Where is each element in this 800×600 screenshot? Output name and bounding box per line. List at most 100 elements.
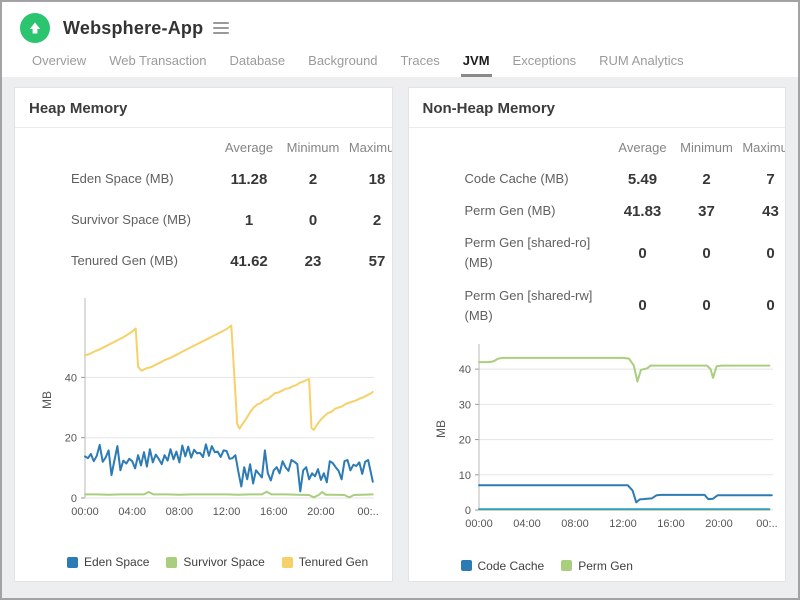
svg-text:00:00: 00:00 — [465, 518, 493, 530]
table-row: Tenured Gen (MB) 41.62 23 57 — [71, 251, 392, 271]
svg-text:20: 20 — [458, 434, 470, 446]
metric-label: Eden Space (MB) — [71, 171, 174, 186]
legend-item[interactable]: Code Cache — [460, 559, 544, 573]
legend-item[interactable]: Eden Space — [67, 555, 149, 569]
content-area: Heap Memory Average Minimum Maximum Eden… — [2, 77, 798, 598]
svg-text:10: 10 — [458, 470, 470, 482]
average-value: 1 — [244, 211, 254, 229]
table-header-row: Average Minimum Maximum — [71, 140, 392, 155]
column-average: Average — [618, 140, 667, 155]
tab-traces[interactable]: Traces — [399, 53, 442, 77]
non-heap-memory-panel: Non-Heap Memory Average Minimum Maximum … — [407, 87, 786, 582]
legend-label: Tenured Gen — [298, 555, 369, 570]
metric-label: Perm Gen [shared-rw] (MB) — [464, 287, 593, 323]
svg-text:16:00: 16:00 — [657, 518, 685, 530]
legend-label: Perm Gen — [578, 558, 633, 573]
non-heap-memory-chart-area: 0 10 20 30 40 00:00 04:00 08:00 12:00 16:00 20:00 0… — [433, 338, 786, 541]
tab-bar: Overview Web Transaction Database Backgr… — [20, 53, 798, 77]
average-value: 11.28 — [230, 170, 268, 188]
minimum-value: 2 — [702, 170, 711, 188]
table-row: Perm Gen [shared-rw] (MB) 0 0 0 — [465, 286, 786, 326]
minimum-value: 37 — [698, 202, 715, 220]
column-minimum: Minimum — [680, 140, 733, 155]
app-status-up-icon — [20, 13, 50, 43]
column-average: Average — [224, 140, 274, 155]
heap-memory-panel: Heap Memory Average Minimum Maximum Eden… — [14, 87, 393, 582]
legend-item[interactable]: Perm Gen — [561, 559, 633, 573]
table-row: Perm Gen [shared-ro] (MB) 0 0 0 — [465, 233, 786, 273]
average-value: 41.83 — [623, 202, 662, 220]
table-header-row: Average Minimum Maximum — [465, 140, 785, 155]
metric-label: Perm Gen [shared-ro] (MB) — [464, 235, 591, 271]
panel-title: Non-Heap Memory — [422, 100, 556, 117]
minimum-value: 2 — [308, 170, 318, 188]
svg-text:00:00: 00:00 — [71, 506, 99, 518]
svg-text:04:00: 04:00 — [118, 506, 146, 518]
svg-text:20:00: 20:00 — [307, 506, 335, 518]
svg-text:40: 40 — [458, 364, 470, 376]
svg-text:MB: MB — [40, 391, 54, 409]
up-arrow-icon — [29, 22, 41, 34]
legend-swatch — [281, 556, 293, 568]
tab-web-transaction[interactable]: Web Transaction — [107, 53, 208, 77]
minimum-value: 23 — [304, 252, 322, 270]
maximum-value: 18 — [368, 170, 386, 188]
legend-swatch — [67, 556, 78, 568]
svg-text:00:..: 00:.. — [756, 518, 777, 530]
maximum-value: 0 — [766, 244, 775, 262]
menu-hamburger-icon[interactable] — [213, 22, 230, 34]
app-window: Websphere-App Overview Web Transaction D… — [0, 0, 800, 600]
tab-database[interactable]: Database — [228, 53, 288, 77]
minimum-value: 0 — [702, 297, 711, 315]
heap-memory-chart-area: 0 20 40 00:00 04:00 08:00 12:00 16:00 20:00 00:..… — [39, 292, 392, 529]
metric-label: Tenured Gen (MB) — [71, 253, 178, 269]
svg-text:MB: MB — [434, 420, 448, 438]
minimum-value: 0 — [308, 211, 318, 229]
non-heap-memory-chart[interactable]: 0 10 20 30 40 00:00 04:00 08:00 12:00 16:00 20:00 0… — [433, 338, 783, 536]
tab-rum-analytics[interactable]: RUM Analytics — [597, 53, 686, 77]
table-row: Code Cache (MB) 5.49 2 7 — [465, 169, 786, 189]
column-maximum: Maximum — [348, 140, 392, 155]
minimum-value: 0 — [702, 244, 711, 262]
legend-swatch — [166, 556, 178, 568]
tab-background[interactable]: Background — [306, 53, 379, 77]
heap-memory-legend: Eden Space Survivor Space Tenured Gen — [67, 555, 392, 569]
svg-text:20:00: 20:00 — [705, 518, 733, 530]
legend-swatch — [561, 560, 573, 572]
svg-text:04:00: 04:00 — [513, 518, 541, 530]
non-heap-metrics-table: Average Minimum Maximum Code Cache (MB) … — [465, 140, 786, 326]
svg-text:16:00: 16:00 — [260, 506, 288, 518]
svg-text:20: 20 — [65, 433, 77, 445]
column-minimum: Minimum — [286, 140, 340, 155]
legend-swatch — [460, 560, 472, 572]
tab-overview[interactable]: Overview — [30, 53, 88, 77]
svg-text:00:..: 00:.. — [357, 506, 378, 518]
maximum-value: 43 — [762, 202, 779, 220]
table-row: Eden Space (MB) 11.28 2 18 — [71, 169, 392, 189]
legend-item[interactable]: Survivor Space — [166, 555, 265, 569]
average-value: 0 — [638, 244, 647, 262]
svg-text:30: 30 — [458, 399, 470, 411]
svg-text:40: 40 — [65, 373, 77, 385]
metric-label: Code Cache (MB) — [464, 171, 569, 186]
app-title: Websphere-App — [63, 17, 204, 38]
average-value: 41.62 — [230, 252, 268, 270]
non-heap-memory-legend: Code CachePerm GenPerm Gen [shared-ro]Pe… — [460, 559, 771, 581]
maximum-value: 2 — [372, 211, 382, 229]
svg-text:12:00: 12:00 — [213, 506, 241, 518]
table-row: Survivor Space (MB) 1 0 2 — [71, 210, 392, 230]
metric-label: Perm Gen (MB) — [464, 203, 556, 219]
column-maximum: Maximum — [742, 140, 785, 155]
average-value: 5.49 — [627, 170, 658, 188]
svg-text:12:00: 12:00 — [609, 518, 637, 530]
tab-jvm[interactable]: JVM — [460, 53, 492, 77]
heap-metrics-table: Average Minimum Maximum Eden Space (MB) … — [71, 140, 392, 271]
svg-text:08:00: 08:00 — [166, 506, 194, 518]
metric-label: Survivor Space (MB) — [71, 212, 191, 228]
panel-divider — [15, 127, 392, 128]
svg-text:08:00: 08:00 — [561, 518, 589, 530]
tab-exceptions[interactable]: Exceptions — [511, 53, 579, 77]
heap-memory-chart[interactable]: 0 20 40 00:00 04:00 08:00 12:00 16:00 20:00 00:..… — [39, 292, 384, 524]
svg-text:0: 0 — [464, 505, 470, 517]
legend-item[interactable]: Tenured Gen — [281, 555, 369, 570]
